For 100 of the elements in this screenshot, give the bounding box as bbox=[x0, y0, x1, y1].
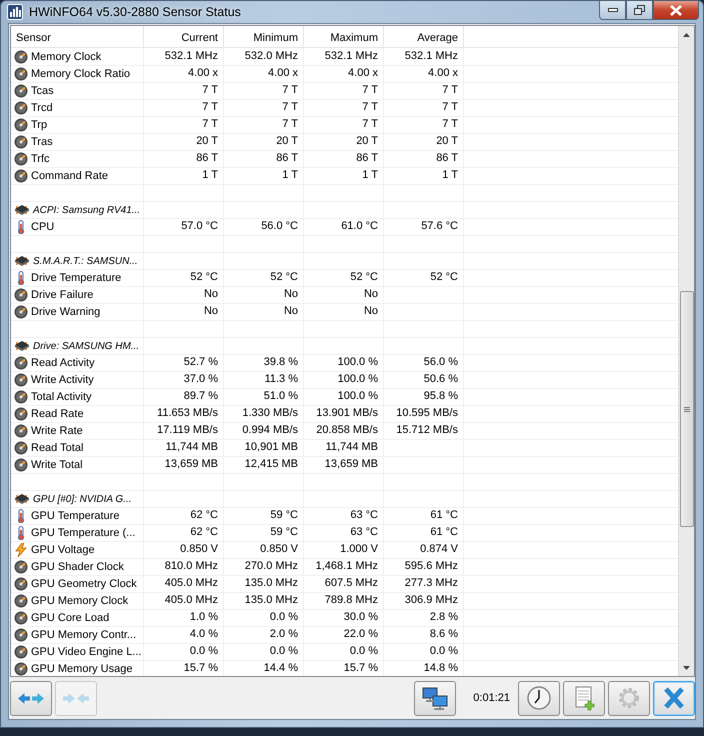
sensor-value: No bbox=[284, 305, 298, 317]
column-header[interactable]: Sensor bbox=[11, 26, 144, 47]
sensor-value: 7 T bbox=[202, 101, 218, 113]
sensor-value: 1 T bbox=[202, 169, 218, 181]
sensor-value: 63 °C bbox=[350, 526, 378, 538]
sensor-value: 57.0 °C bbox=[181, 220, 218, 232]
sensor-value: 20 T bbox=[356, 135, 378, 147]
sensor-value: 63 °C bbox=[350, 509, 378, 521]
minimize-button[interactable] bbox=[599, 1, 626, 20]
sensor-name: GPU Memory Contr... bbox=[31, 628, 136, 642]
sensor-value: 4.00 x bbox=[188, 67, 218, 79]
sensor-value: No bbox=[364, 288, 378, 300]
gauge-icon bbox=[14, 356, 28, 370]
expand-arrows-icon bbox=[18, 692, 44, 704]
sensor-value: No bbox=[284, 288, 298, 300]
sensor-value: 7 T bbox=[362, 101, 378, 113]
sensor-value: 17.119 MB/s bbox=[157, 424, 218, 436]
sensor-value: 2.8 % bbox=[430, 611, 458, 623]
close-button[interactable] bbox=[653, 680, 695, 716]
clock-button[interactable] bbox=[518, 680, 560, 716]
sensor-name: Read Activity bbox=[31, 356, 95, 370]
report-button[interactable] bbox=[563, 680, 605, 716]
gauge-icon bbox=[14, 135, 28, 149]
sensor-value: 56.0 % bbox=[424, 356, 458, 368]
gauge-icon bbox=[14, 390, 28, 404]
column-header[interactable]: Current bbox=[144, 26, 224, 47]
sensor-value: 52 °C bbox=[190, 271, 218, 283]
sensor-value: 1.0 % bbox=[190, 611, 218, 623]
close-icon bbox=[670, 4, 682, 16]
sensor-name: Command Rate bbox=[31, 168, 108, 184]
sensor-name: GPU Memory Clock bbox=[31, 594, 128, 608]
gauge-icon bbox=[14, 118, 28, 132]
sensor-value: 1 T bbox=[362, 169, 378, 181]
chip-icon bbox=[14, 493, 30, 505]
sensor-value: 8.6 % bbox=[430, 628, 458, 640]
gauge-icon bbox=[14, 50, 28, 64]
sensor-value: 11,744 MB bbox=[166, 441, 218, 453]
sensor-value: 405.0 MHz bbox=[164, 577, 218, 589]
sensor-value: 59 °C bbox=[270, 509, 298, 521]
sensor-value: 607.5 MHz bbox=[324, 577, 378, 589]
sensor-name: Read Rate bbox=[31, 406, 84, 422]
group-label: GPU [#0]: NVIDIA G... bbox=[33, 492, 132, 506]
close-button[interactable] bbox=[653, 1, 699, 20]
sensor-value: 20 T bbox=[436, 135, 458, 147]
sensor-value: 789.8 MHz bbox=[324, 594, 378, 606]
restore-button[interactable] bbox=[626, 1, 653, 20]
network-computers-icon bbox=[421, 686, 450, 710]
gauge-icon bbox=[14, 594, 28, 608]
collapse-arrows-icon bbox=[63, 692, 89, 704]
scroll-down-icon[interactable] bbox=[683, 666, 690, 670]
gauge-icon bbox=[14, 373, 28, 387]
gauge-icon bbox=[14, 441, 28, 455]
expand-button[interactable] bbox=[10, 680, 52, 716]
sensor-name: GPU Core Load bbox=[31, 610, 110, 626]
sensor-value: 100.0 % bbox=[338, 390, 378, 402]
sensor-value: 277.3 MHz bbox=[404, 577, 458, 589]
scroll-thumb[interactable] bbox=[680, 291, 694, 527]
gauge-icon bbox=[14, 288, 28, 302]
column-header[interactable]: Average bbox=[384, 26, 464, 47]
clock-icon bbox=[525, 686, 553, 710]
sensor-name: Trcd bbox=[31, 100, 53, 116]
chip-icon bbox=[14, 255, 30, 267]
sensor-value: 1 T bbox=[282, 169, 298, 181]
settings-button[interactable] bbox=[608, 680, 650, 716]
sensor-name: Trp bbox=[31, 118, 48, 132]
sensor-value: 7 T bbox=[362, 118, 378, 130]
scroll-up-icon[interactable] bbox=[683, 32, 690, 36]
sensor-value: 22.0 % bbox=[344, 628, 378, 640]
sensor-value: 7 T bbox=[442, 101, 458, 113]
column-header[interactable]: Maximum bbox=[304, 26, 384, 47]
sensor-value: 61 °C bbox=[430, 509, 458, 521]
sensor-name: Drive Temperature bbox=[31, 270, 122, 286]
sensor-value: 2.0 % bbox=[270, 628, 298, 640]
sensor-value: 1.330 MB/s bbox=[242, 407, 298, 419]
column-header[interactable]: Minimum bbox=[224, 26, 304, 47]
sensor-value: 7 T bbox=[202, 84, 218, 96]
gauge-icon bbox=[14, 577, 28, 591]
gauge-icon bbox=[14, 662, 28, 676]
gauge-icon bbox=[14, 152, 28, 166]
gauge-icon bbox=[14, 424, 28, 438]
scrollbar[interactable] bbox=[678, 26, 694, 676]
sensor-value: 7 T bbox=[202, 118, 218, 130]
sensor-value: 13,659 MB bbox=[164, 458, 218, 470]
sensor-value: 0.874 V bbox=[420, 543, 458, 555]
gauge-icon bbox=[14, 305, 28, 319]
sensor-value: 50.6 % bbox=[424, 373, 458, 385]
sensor-value: 4.00 x bbox=[428, 67, 458, 79]
sensor-value: 86 T bbox=[276, 152, 298, 164]
sensor-value: 7 T bbox=[282, 84, 298, 96]
network-button[interactable] bbox=[414, 680, 456, 716]
sensor-value: 11,744 MB bbox=[326, 441, 378, 453]
gauge-icon bbox=[14, 84, 28, 98]
sensor-value: 532.1 MHz bbox=[324, 50, 378, 62]
sensor-value: 0.0 % bbox=[190, 645, 218, 657]
sensor-name: GPU Geometry Clock bbox=[31, 576, 137, 592]
sensor-value: 135.0 MHz bbox=[244, 577, 298, 589]
sensor-value: 11.653 MB/s bbox=[157, 407, 218, 419]
app-icon bbox=[7, 4, 23, 20]
group-label: ACPI: Samsung RV41... bbox=[33, 204, 140, 218]
sensor-value: 0.0 % bbox=[270, 645, 298, 657]
